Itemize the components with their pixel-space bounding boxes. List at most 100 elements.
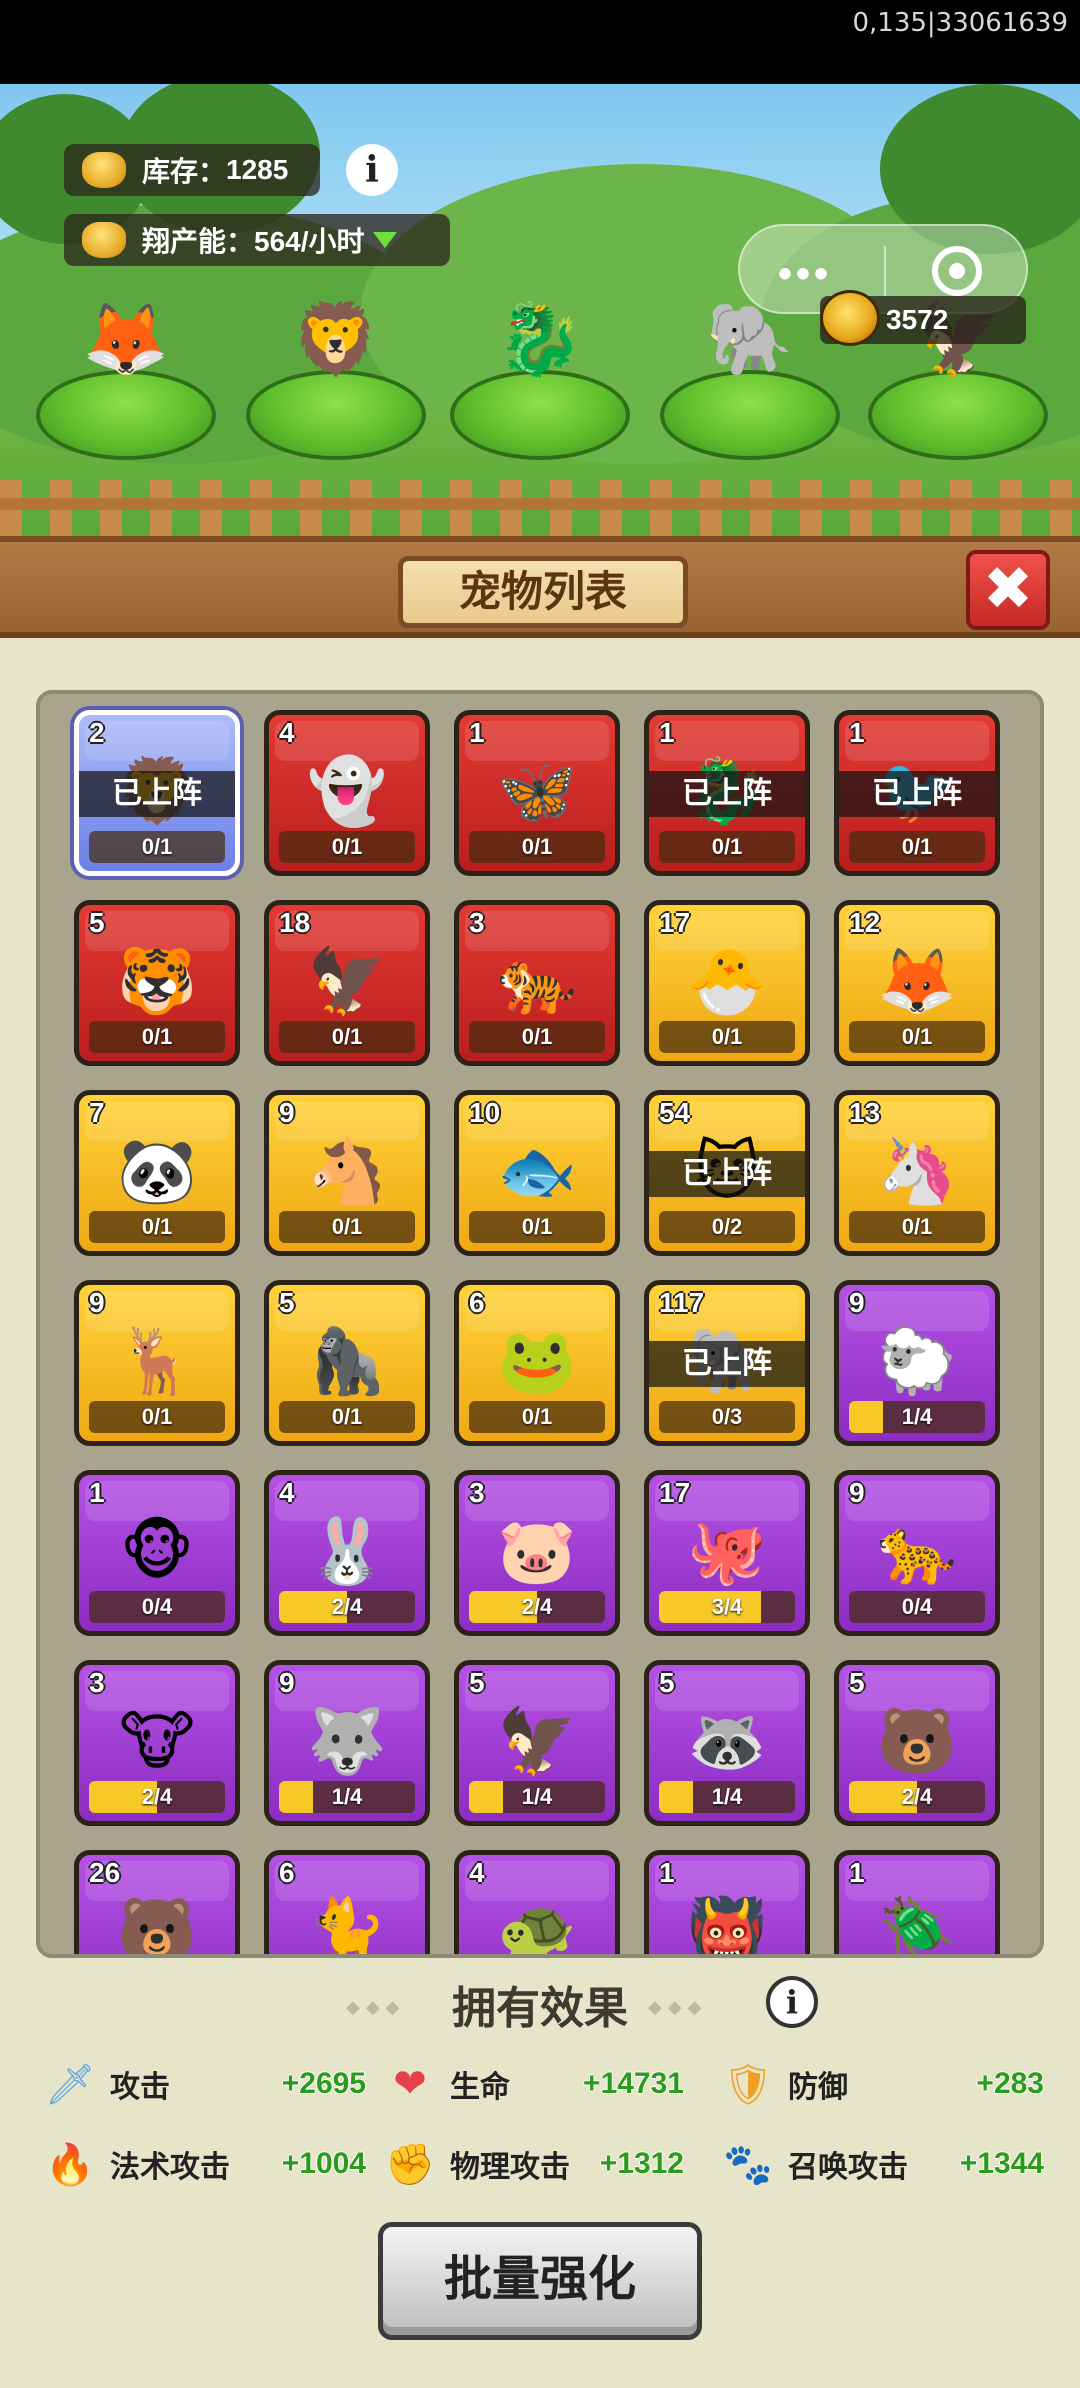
pet-card[interactable]: 🐻 5 2/4 [834,1660,1000,1826]
fence [0,480,1080,536]
fragment-progress-text: 0/4 [901,1594,933,1619]
pet-card[interactable]: 🦄 13 0/1 [834,1090,1000,1256]
fragment-progress-bar: 0/4 [849,1591,985,1623]
fragment-progress-text: 0/1 [331,1024,363,1049]
panda-pet-icon: 🐼 [117,1134,197,1207]
capsule-divider [884,246,886,296]
effects-title: 拥有效果 [452,1984,628,2033]
fragment-progress-text: 0/1 [521,1024,553,1049]
pet-card[interactable]: 🐺 9 1/4 [264,1660,430,1826]
fragment-progress-bar: 0/1 [659,1021,795,1053]
deployed-badge: 已上阵 [839,771,995,817]
fragment-progress-bar: 3/4 [659,1591,795,1623]
team-scene: 🦊🦁🐉🐘🦅 库存： 1285 i 翔产能： 564/小时 ••• 3572 [0,84,1080,536]
pet-card[interactable]: 🦍 5 0/1 [264,1280,430,1446]
sword-icon: 🗡 [44,2062,96,2107]
pet-card[interactable]: 🦊 12 0/1 [834,900,1000,1066]
pet-card[interactable]: 🦁20/1已上阵 [74,710,240,876]
pet-card[interactable]: 🦅 5 1/4 [454,1660,620,1826]
pet-level: 26 [89,1857,121,1888]
deployed-badge: 已上阵 [649,1341,805,1387]
fragment-progress-text: 0/4 [141,1594,173,1619]
pet-card[interactable]: 🪲 1 [834,1850,1000,1958]
pet-card[interactable]: 🐆 9 0/4 [834,1470,1000,1636]
fragment-progress-bar: 0/1 [469,1211,605,1243]
fragment-progress-bar: 0/1 [659,831,795,863]
tabby-cat-pet-icon: 🐈 [307,1894,387,1958]
pet-card[interactable]: 🐢 4 [454,1850,620,1954]
pet-card[interactable]: 🐷 3 2/4 [454,1470,620,1636]
pet-card[interactable]: 🐉10/1已上阵 [644,710,810,876]
fragment-progress-bar: 0/1 [469,1021,605,1053]
heart-icon: ❤ [393,2062,427,2106]
pet-card[interactable]: 🐟 10 0/1 [454,1090,620,1256]
effect-stat: ✊ 物理攻击 +1312 [384,2136,684,2192]
fragment-progress-text: 1/4 [521,1784,553,1809]
pet-card[interactable]: 🐦10/1已上阵 [834,710,1000,876]
fragment-progress-bar: 0/1 [279,1211,415,1243]
bulk-upgrade-button[interactable]: 批量强化 [378,2222,702,2340]
pet-card[interactable]: 👹 1 [644,1850,810,1954]
dropdown-triangle-icon[interactable] [372,232,397,248]
wolf-pet-icon: 🐺 [307,1704,387,1777]
pet-card[interactable]: 🦋 1 0/1 [454,710,620,876]
pet-card[interactable]: 🦝 5 1/4 [644,1660,810,1826]
beetle-pet-icon: 🪲 [877,1894,957,1958]
more-menu-button[interactable]: ••• [778,252,832,297]
pet-card[interactable]: 👻 4 0/1 [264,710,430,876]
fragment-progress-bar: 0/1 [849,1211,985,1243]
pet-card[interactable]: 🦅 18 0/1 [264,900,430,1066]
pet-card[interactable]: 🐻 26 [74,1850,240,1954]
ghost-king-pet-icon: 👻 [307,754,387,827]
effect-stat-value: +1004 [281,2147,366,2180]
pet-level: 1 [659,1857,675,1888]
pet-card[interactable]: 🐴 9 0/1 [264,1090,430,1256]
fox-pet-icon[interactable]: 🦊 [66,280,186,400]
fragment-progress-text: 3/4 [711,1594,743,1619]
fragment-progress-bar: 1/4 [279,1781,415,1813]
fragment-progress-bar: 0/1 [469,831,605,863]
pet-card[interactable]: 🐣 17 0/1 [644,900,810,1066]
pet-level: 54 [659,1097,691,1128]
close-button[interactable]: ✖ [966,550,1050,630]
sheep-pet-icon: 🐑 [877,1324,957,1397]
pet-card[interactable]: 🐱540/2已上阵 [644,1090,810,1256]
pet-card[interactable]: 🐮 3 2/4 [74,1660,240,1826]
effect-stat-value: +1344 [959,2147,1044,2180]
pet-card[interactable]: 🐸 6 0/1 [454,1280,620,1446]
fragment-progress-bar: 2/4 [469,1591,605,1623]
fragment-progress-text: 0/1 [711,834,743,859]
pet-card[interactable]: 🐰 4 2/4 [264,1470,430,1636]
unicorn-pet-icon: 🦄 [877,1134,957,1207]
fragment-progress-bar: 0/1 [89,1021,225,1053]
dragon-pet-icon[interactable]: 🐉 [480,280,600,400]
effect-stat: 🗡 攻击 +2695 [44,2056,366,2112]
fragment-progress-bar: 0/1 [89,831,225,863]
pet-level: 1 [849,717,865,748]
pet-card[interactable]: 🐼 7 0/1 [74,1090,240,1256]
fragment-progress-text: 2/4 [901,1784,933,1809]
bald-eagle-pet-icon: 🦅 [497,1704,577,1777]
close-target-icon[interactable] [932,246,982,296]
pet-card[interactable]: 🐙 17 3/4 [644,1470,810,1636]
stock-value: 1285 [226,154,289,185]
pet-card[interactable]: 🐑 9 1/4 [834,1280,1000,1446]
pet-card[interactable]: 🦌 9 0/1 [74,1280,240,1446]
lion-dance-pet-icon[interactable]: 🦁 [276,280,396,400]
fragment-progress-bar: 0/1 [279,831,415,863]
pet-level: 9 [279,1097,295,1128]
pet-card[interactable]: 🐘1170/3已上阵 [644,1280,810,1446]
ox-pet-icon: 🐮 [119,1704,195,1777]
stock-info-button[interactable]: i [346,144,398,196]
pet-card[interactable]: 🐵 1 0/4 [74,1470,240,1636]
effect-stat-name: 防御 [788,2071,848,2104]
pet-card[interactable]: 🐅 3 0/1 [454,900,620,1066]
effect-stat: 🔥 法术攻击 +1004 [44,2136,366,2192]
pet-card[interactable]: 🐈 6 [264,1850,430,1958]
leopard-pet-icon: 🐆 [877,1514,957,1587]
pet-level: 9 [849,1287,865,1318]
pet-level: 5 [279,1287,295,1318]
shield-icon: 🛡 [722,2062,774,2107]
effects-info-button[interactable]: i [766,1976,818,2028]
pet-card[interactable]: 🐯 5 0/1 [74,900,240,1066]
